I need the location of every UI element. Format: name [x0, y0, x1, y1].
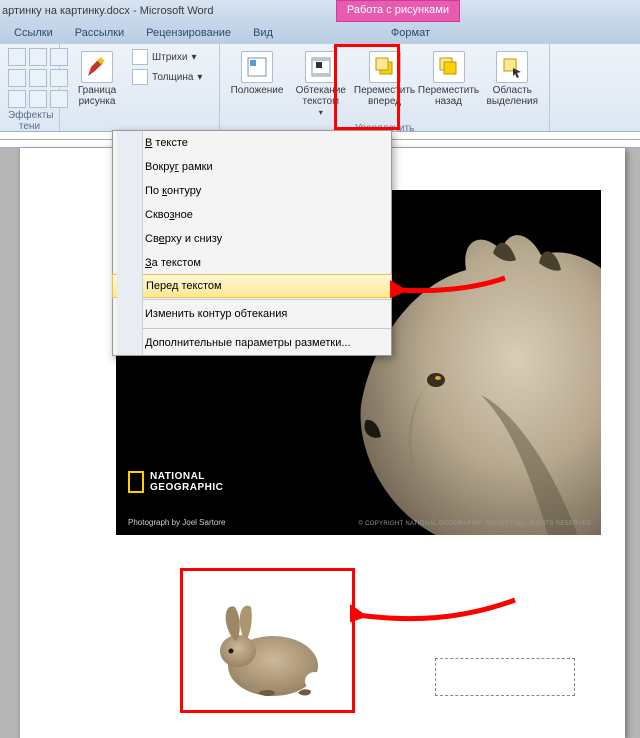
- position-button[interactable]: Положение: [228, 48, 286, 99]
- weight-icon: [132, 69, 148, 85]
- annotation-arrow-to-rabbit: [350, 590, 520, 640]
- tab-links[interactable]: Ссылки: [14, 27, 53, 39]
- edit-wrap-points-item[interactable]: ✦Изменить контур обтекания: [113, 302, 391, 326]
- chevron-down-icon: ▾: [197, 72, 202, 83]
- tab-mailings[interactable]: Рассылки: [75, 27, 124, 39]
- dashes-button[interactable]: Штрихи▾: [132, 48, 202, 66]
- selection-pane-icon: [496, 51, 528, 83]
- wrap-topbottom-item[interactable]: ▪Сверху и снизу: [113, 227, 391, 251]
- bring-forward-button[interactable]: Переместить вперед: [356, 48, 414, 110]
- annotation-arrow-to-menu-item: [390, 270, 510, 310]
- chevron-down-icon: ▾: [319, 107, 323, 118]
- wrap-through-item[interactable]: ▪Сквозное: [113, 203, 391, 227]
- send-backward-button[interactable]: Переместить назад: [420, 48, 478, 110]
- tab-format[interactable]: Формат: [391, 27, 430, 39]
- bring-forward-icon: [369, 51, 401, 83]
- chevron-down-icon: ▾: [191, 52, 196, 63]
- shadow-direction-grid[interactable]: [8, 48, 68, 108]
- dashes-icon: [132, 49, 148, 65]
- wrap-tight-item[interactable]: ▪По контуру: [113, 179, 391, 203]
- ribbon-tabs: Ссылки Рассылки Рецензирование Вид Форма…: [0, 22, 640, 44]
- wrap-in-front-item[interactable]: ▪Перед текстом: [112, 274, 392, 298]
- group-shadow-effects: Эффекты тени: [8, 110, 51, 132]
- contextual-tab-picture-tools[interactable]: Работа с рисунками: [336, 0, 460, 22]
- natgeo-logo: NATIONAL GEOGRAPHIC: [128, 471, 223, 493]
- photo-credit: Photograph by Joel Sartore: [128, 518, 225, 527]
- wrap-text-button[interactable]: Обтекание текстом ▾: [292, 48, 350, 121]
- position-icon: [241, 51, 273, 83]
- title-bar: артинку на картинку.docx - Microsoft Wor…: [0, 0, 640, 22]
- ribbon: Эффекты тени Граница рисунка Штрихи▾ Тол…: [0, 44, 640, 132]
- wrap-behind-item[interactable]: ▪За текстом: [113, 251, 391, 275]
- wrap-icon: [305, 51, 337, 83]
- wrap-square-item[interactable]: ▪Вокруг рамки: [113, 155, 391, 179]
- image-rabbit-selected[interactable]: [180, 568, 355, 713]
- weight-button[interactable]: Толщина▾: [132, 68, 202, 86]
- wrap-text-dropdown: ▪В тексте ▪Вокруг рамки ▪По контуру ▪Скв…: [112, 130, 392, 356]
- wrap-inline-item[interactable]: ▪В тексте: [113, 131, 391, 155]
- window-title: артинку на картинку.docx - Microsoft Wor…: [2, 5, 213, 17]
- picture-border-button[interactable]: Граница рисунка: [68, 48, 126, 110]
- selection-pane-button[interactable]: Область выделения: [484, 48, 542, 110]
- pencil-icon: [81, 51, 113, 83]
- tab-review[interactable]: Рецензирование: [146, 27, 231, 39]
- tab-view[interactable]: Вид: [253, 27, 273, 39]
- send-backward-icon: [433, 51, 465, 83]
- rabbit-illustration: [203, 601, 333, 701]
- copyright-text: © COPYRIGHT NATIONAL GEOGRAPHIC SOCIETY.…: [358, 521, 593, 527]
- more-layout-options-item[interactable]: Дополнительные параметры разметки...: [113, 331, 391, 355]
- placeholder-dashed-box[interactable]: [435, 658, 575, 696]
- natgeo-rectangle-icon: [128, 471, 144, 493]
